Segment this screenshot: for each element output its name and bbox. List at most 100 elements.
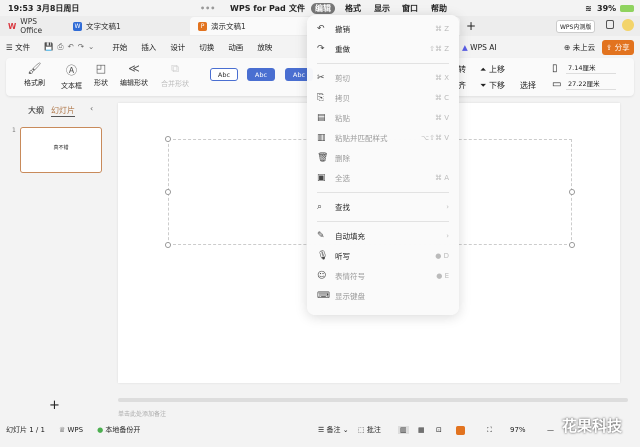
zoom-level[interactable]: 97%	[510, 426, 526, 434]
merge-shape-icon: ⧉	[171, 62, 179, 75]
notes-button[interactable]: ☰ 备注 ⌄	[318, 425, 349, 435]
height-icon: ▭	[552, 79, 562, 90]
label: 编辑形状	[120, 79, 148, 87]
tab-slides[interactable]: 幻灯片	[51, 105, 75, 117]
horizontal-scrollbar[interactable]	[118, 398, 628, 402]
wps-button[interactable]: ♕ WPS	[59, 426, 83, 434]
menu-item-emoji[interactable]: ☺ 表情符号 ● E	[307, 266, 459, 286]
scissors-icon: ✂	[317, 73, 325, 83]
menu-toggle-icon[interactable]: ☰ 文件	[6, 42, 30, 53]
menu-item-scissors[interactable]: ✂ 剪切 ⌘ X	[307, 68, 459, 88]
notes-input[interactable]: 单击此处添加备注	[118, 409, 166, 418]
ai-icon: ▲	[462, 42, 468, 52]
new-tab-plus-icon[interactable]: +	[466, 19, 476, 33]
beta-badge[interactable]: WPS内测版	[556, 20, 596, 33]
file-menu[interactable]: 文件	[15, 43, 30, 52]
style-outline[interactable]: Abc	[210, 68, 238, 81]
resize-handle[interactable]	[165, 242, 171, 248]
merge-shape-button[interactable]: ⧉ 合并形状	[161, 62, 189, 89]
menu-format[interactable]: 格式	[345, 3, 361, 14]
tab-home[interactable]: 开始	[112, 42, 127, 53]
edit-menu: ↶ 撤销 ⌘ Z ↷ 重做 ⇧⌘ Z ✂ 剪切 ⌘ X ⎘ 拷贝 ⌘ C ▤ 粘贴 ⌘ V ▥ 粘贴并匹配样式 ⌥…	[307, 15, 459, 315]
menu-item-autofill[interactable]: ✎ 自动填充 ›	[307, 226, 459, 246]
menu-item-find[interactable]: ⌕ 查找 ›	[307, 197, 459, 217]
height-input[interactable]: 27.22厘米	[566, 78, 616, 90]
reading-view-icon[interactable]: ⊡	[436, 426, 442, 434]
undo-icon: ↶	[317, 24, 325, 34]
select-button[interactable]: 选择	[520, 80, 536, 91]
shape-button[interactable]: ◰ 形状	[94, 62, 108, 88]
width-input[interactable]: 7.14厘米	[566, 62, 616, 74]
multitask-dots-icon[interactable]: •••	[200, 4, 215, 13]
menu-window[interactable]: 窗口	[402, 3, 418, 14]
format-painter-button[interactable]: 🖌 格式刷	[24, 62, 45, 88]
tab-insert[interactable]: 插入	[141, 42, 156, 53]
edit-shape-button[interactable]: ≪ 编辑形状	[120, 62, 148, 88]
add-slide-plus-icon[interactable]: +	[49, 398, 60, 413]
textbox-icon: Ⓐ	[66, 64, 77, 77]
normal-view-icon[interactable]: ▥	[398, 426, 409, 434]
menu-file[interactable]: 文件	[289, 3, 305, 14]
collapse-chevron-icon[interactable]: ‹	[90, 104, 93, 113]
menu-item-label: 撤销	[335, 24, 350, 34]
backup-button[interactable]: ● 本地备份开	[97, 425, 140, 435]
menu-item-label: 自动填充	[335, 231, 365, 241]
menu-item-shortcut: ⌘ A	[434, 174, 449, 182]
menu-edit[interactable]: 编辑	[311, 2, 335, 14]
cloud-button[interactable]: ⊕ 未上云	[564, 42, 595, 53]
tab-transition[interactable]: 切换	[199, 42, 214, 53]
menu-item-select-all[interactable]: ▣ 全选 ⌘ A	[307, 168, 459, 188]
grid-view-icon[interactable]: ▦	[418, 426, 425, 434]
tab-outline[interactable]: 大纲	[28, 105, 44, 116]
copy-icon: ⎘	[317, 93, 325, 103]
resize-handle[interactable]	[569, 189, 575, 195]
menu-item-mic[interactable]: 🎙 听写 ● D	[307, 246, 459, 266]
tab-animation[interactable]: 动画	[228, 42, 243, 53]
menu-view[interactable]: 显示	[374, 3, 390, 14]
resize-handle[interactable]	[165, 136, 171, 142]
menu-help[interactable]: 帮助	[431, 3, 447, 14]
comments-button[interactable]: ⬚ 批注	[358, 425, 381, 435]
align-button[interactable]: 齐	[458, 80, 466, 91]
bring-forward-button[interactable]: ⏶ 上移	[480, 64, 505, 75]
tab-slideshow[interactable]: 放映	[257, 42, 272, 53]
window-icon[interactable]	[606, 20, 614, 29]
menu-item-copy[interactable]: ⎘ 拷贝 ⌘ C	[307, 88, 459, 108]
menu-item-paste-style[interactable]: ▥ 粘贴并匹配样式 ⌥⇧⌘ V	[307, 128, 459, 148]
menu-item-keyboard[interactable]: ⌨ 显示键盘	[307, 286, 459, 306]
menu-item-label: 听写	[335, 251, 350, 261]
slide-thumbnail[interactable]: 真不错	[20, 127, 102, 173]
slideshow-play-icon[interactable]	[456, 426, 465, 435]
avatar[interactable]	[622, 19, 634, 31]
menu-item-undo[interactable]: ↶ 撤销 ⌘ Z	[307, 19, 459, 39]
watermark: 花果科技	[562, 417, 623, 435]
resize-handle[interactable]	[165, 189, 171, 195]
zoom-slider[interactable]: —	[547, 426, 554, 434]
style-filled[interactable]: Abc	[247, 68, 275, 81]
app-name: WPS for Pad	[230, 3, 286, 13]
find-icon: ⌕	[317, 202, 323, 212]
menu-item-label: 剪切	[335, 73, 350, 83]
tab-writer-doc[interactable]: W 文字文稿1	[65, 17, 190, 35]
trash-icon: 🗑	[317, 153, 329, 163]
menu-item-shortcut: ⇧⌘ Z	[429, 45, 449, 53]
textbox-button[interactable]: Ⓐ 文本框	[61, 62, 82, 91]
send-backward-button[interactable]: ⏷ 下移	[480, 80, 505, 91]
resize-handle[interactable]	[569, 242, 575, 248]
fit-screen-icon[interactable]: ⛶	[487, 426, 492, 435]
autofill-icon: ✎	[317, 231, 325, 241]
label: WPS	[67, 426, 84, 434]
emoji-icon: ☺	[317, 271, 327, 281]
menu-item-trash[interactable]: 🗑 删除	[307, 148, 459, 168]
share-button[interactable]: ⇪ 分享	[602, 39, 634, 55]
menu-item-label: 拷贝	[335, 93, 350, 103]
menu-item-paste[interactable]: ▤ 粘贴 ⌘ V	[307, 108, 459, 128]
label: 形状	[94, 79, 108, 87]
tab-design[interactable]: 设计	[170, 42, 185, 53]
rotate-button[interactable]: 转	[458, 64, 466, 75]
tab-wps-office[interactable]: W WPS Office	[0, 17, 65, 35]
menu-item-redo[interactable]: ↷ 重做 ⇧⌘ Z	[307, 39, 459, 59]
quick-access-icons[interactable]: 💾⎙↶↷⌄	[44, 42, 98, 52]
presentation-icon: P	[198, 21, 207, 31]
wps-ai-button[interactable]: ▲ WPS AI	[462, 43, 497, 52]
